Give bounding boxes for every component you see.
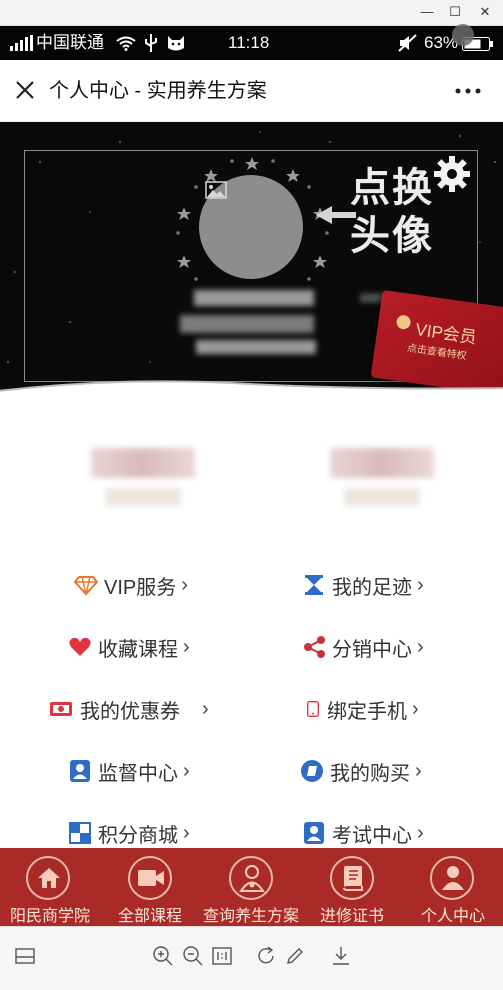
cat-app-icon (168, 36, 184, 51)
menu-label: 我的购买 (330, 762, 410, 785)
banner-wave (0, 380, 503, 412)
menu-favorites[interactable]: 收藏课程 › (68, 627, 190, 667)
vip-badge-icon (395, 314, 412, 331)
menu-label: VIP服务 (104, 576, 177, 599)
menu-coupons[interactable]: 我的优惠券 › (48, 689, 209, 729)
download-icon[interactable] (330, 945, 352, 967)
menu-label: 我的足迹 (332, 576, 412, 599)
share-icon (304, 636, 325, 658)
menu-label: 考试中心 (332, 824, 412, 847)
window-chrome: — ☐ ✕ (0, 0, 503, 26)
bottom-nav: 阳民商学院 全部课程 查询养生方案 进修证书 个人中心 (0, 848, 503, 926)
stat-right-redacted[interactable] (330, 448, 434, 506)
menu-bind-phone[interactable]: 绑定手机 › (305, 689, 419, 729)
nav-academy[interactable]: 阳民商学院 (0, 848, 100, 926)
profile-banner: 点换 头像 VIP会员 点击查看特权 (0, 122, 503, 412)
clock: 11:18 (228, 33, 270, 52)
close-icon[interactable] (12, 77, 38, 103)
menu-label: 我的优惠券 (80, 700, 180, 723)
chevron-right-icon: › (417, 821, 424, 844)
menu-distribution[interactable]: 分销中心 › (302, 627, 424, 667)
menu-label: 收藏课程 (98, 638, 178, 661)
home-icon (38, 868, 60, 888)
usb-icon (145, 34, 157, 52)
menu-points-mall[interactable]: 积分商城 › (68, 813, 190, 853)
nav-label: 阳民商学院 (9, 908, 90, 925)
signal-icon (10, 35, 33, 51)
menu-label: 积分商城 (98, 824, 178, 847)
nav-health-plan[interactable]: 查询养生方案 (200, 848, 302, 926)
doctor-icon (239, 865, 265, 892)
rotate-icon[interactable] (255, 945, 277, 967)
chevron-right-icon: › (183, 821, 190, 844)
carrier-label: 中国联通 (36, 33, 104, 52)
viewer-toolbar (0, 926, 503, 990)
nav-personal-center[interactable]: 个人中心 (402, 848, 503, 926)
username-redacted (194, 290, 314, 306)
nav-label: 查询养生方案 (202, 908, 299, 925)
points-icon (69, 822, 91, 844)
nav-all-courses[interactable]: 全部课程 (100, 848, 200, 926)
image-placeholder-icon (205, 181, 227, 199)
minimize-button[interactable]: — (412, 2, 442, 22)
chevron-right-icon: › (183, 635, 190, 658)
person-card-icon (70, 760, 90, 782)
nav-certificate[interactable]: 进修证书 (302, 848, 402, 926)
title-bar: 个人中心 - 实用养生方案 (0, 60, 503, 122)
menu-vip-service[interactable]: VIP服务 › (74, 565, 188, 605)
layout-icon[interactable] (14, 945, 36, 967)
more-options-icon[interactable] (455, 88, 481, 94)
diamond-icon (74, 576, 98, 596)
menu-exam-center[interactable]: 考试中心 › (302, 813, 424, 853)
nav-label: 个人中心 (420, 908, 485, 925)
exam-icon (304, 822, 324, 844)
chevron-right-icon: › (183, 759, 190, 782)
settings-gear-icon[interactable] (432, 154, 472, 194)
menu-label: 监督中心 (98, 762, 178, 785)
chevron-right-icon: › (417, 635, 424, 658)
coupon-icon (50, 702, 72, 716)
user-id-redacted (196, 340, 316, 354)
maximize-button[interactable]: ☐ (440, 2, 470, 22)
close-window-button[interactable]: ✕ (470, 2, 500, 22)
nav-label: 全部课程 (117, 908, 182, 925)
menu-footprint[interactable]: 我的足迹 › (302, 565, 424, 605)
status-bar: 中国联通 11:18 63% (0, 24, 503, 60)
chevron-right-icon: › (412, 697, 419, 720)
nav-label: 进修证书 (319, 908, 384, 925)
menu-label: 分销中心 (332, 638, 412, 661)
phone-icon (307, 701, 319, 717)
stat-left-redacted[interactable] (91, 448, 195, 506)
mute-icon (398, 34, 417, 52)
user-info-redacted (180, 315, 314, 333)
menu-purchases[interactable]: 我的购买 › (300, 751, 422, 791)
actual-size-icon[interactable] (211, 945, 233, 967)
change-avatar-text[interactable]: 点换 头像 (350, 164, 434, 260)
user-icon (442, 866, 464, 890)
video-icon (138, 870, 164, 886)
wifi-icon (116, 36, 136, 51)
book-icon (343, 866, 363, 891)
page-title: 个人中心 - 实用养生方案 (49, 80, 267, 102)
hourglass-icon (305, 575, 323, 595)
chevron-right-icon: › (202, 697, 209, 720)
chevron-right-icon: › (415, 759, 422, 782)
zoom-out-icon[interactable] (182, 945, 204, 967)
zoom-in-icon[interactable] (152, 945, 174, 967)
chevron-right-icon: › (417, 573, 424, 596)
touch-indicator (452, 24, 474, 46)
edit-pencil-icon[interactable] (284, 945, 306, 967)
menu-label: 绑定手机 (327, 700, 407, 723)
heart-icon (69, 637, 91, 656)
chevron-right-icon: › (181, 573, 188, 596)
purchase-icon (301, 760, 323, 782)
menu-supervision[interactable]: 监督中心 › (68, 751, 190, 791)
